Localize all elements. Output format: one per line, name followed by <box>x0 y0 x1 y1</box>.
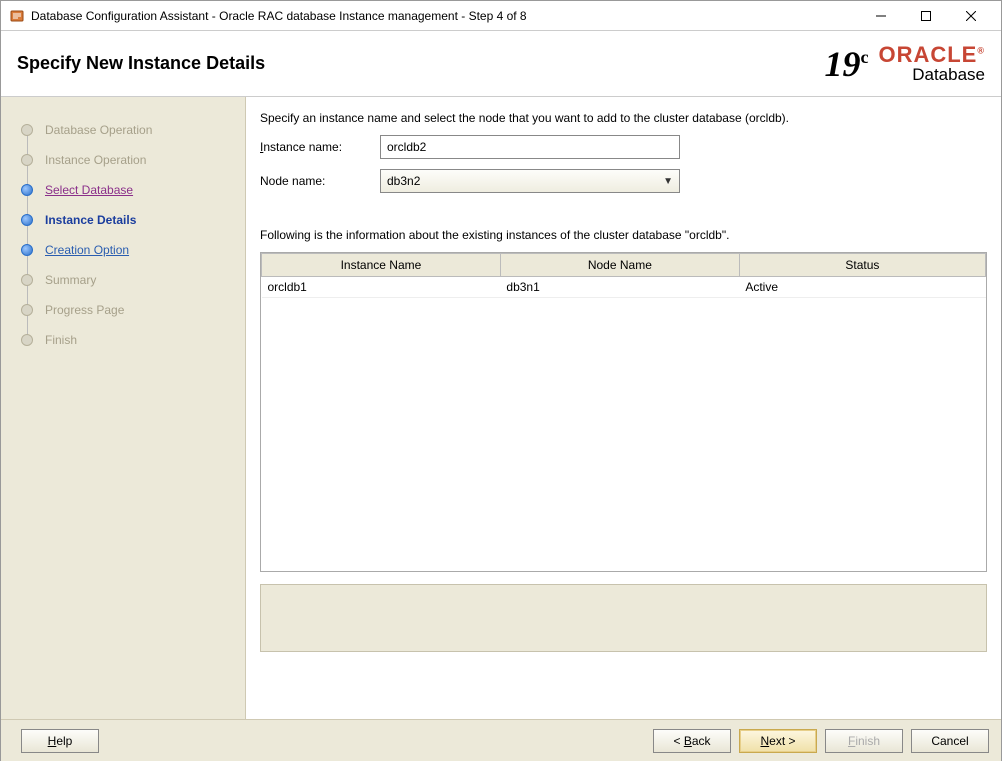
node-name-label: Node name: <box>260 174 380 188</box>
step-label: Database Operation <box>45 123 152 137</box>
wizard-step-2[interactable]: Select Database <box>1 175 245 205</box>
next-button[interactable]: Next > <box>739 729 817 753</box>
step-label: Summary <box>45 273 96 287</box>
logo-version: 19c <box>824 46 868 82</box>
step-bullet-icon <box>21 244 33 256</box>
wizard-step-6: Progress Page <box>1 295 245 325</box>
main-panel: Specify an instance name and select the … <box>246 97 1001 719</box>
step-label: Finish <box>45 333 77 347</box>
table-intro-text: Following is the information about the e… <box>260 228 987 242</box>
cancel-button[interactable]: Cancel <box>911 729 989 753</box>
instruction-text: Specify an instance name and select the … <box>260 111 987 125</box>
node-name-select[interactable]: db3n2 ▼ <box>380 169 680 193</box>
col-status: Status <box>739 254 985 277</box>
back-button[interactable]: < Back <box>653 729 731 753</box>
node-name-value: db3n2 <box>387 174 420 188</box>
step-bullet-icon <box>21 274 33 286</box>
titlebar: Database Configuration Assistant - Oracl… <box>1 1 1001 31</box>
page-title: Specify New Instance Details <box>17 53 824 74</box>
wizard-step-7: Finish <box>1 325 245 355</box>
help-button[interactable]: Help <box>21 729 99 753</box>
app-icon <box>9 8 25 24</box>
minimize-button[interactable] <box>858 2 903 30</box>
col-instance-name: Instance Name <box>262 254 501 277</box>
close-button[interactable] <box>948 2 993 30</box>
cell-status: Active <box>739 277 985 298</box>
cell-instance: orcldb1 <box>262 277 501 298</box>
step-bullet-icon <box>21 184 33 196</box>
wizard-sidebar: Database Operation Instance Operation Sele… <box>1 97 246 719</box>
instances-table: Instance Name Node Name Status orcldb1db… <box>260 252 987 572</box>
step-label: Instance Operation <box>45 153 146 167</box>
instance-name-label: Instance name: <box>260 140 380 154</box>
step-bullet-icon <box>21 154 33 166</box>
table-row[interactable]: orcldb1db3n1Active <box>262 277 986 298</box>
step-label: Progress Page <box>45 303 124 317</box>
chevron-down-icon: ▼ <box>663 176 673 187</box>
col-node-name: Node Name <box>500 254 739 277</box>
wizard-step-1: Instance Operation <box>1 145 245 175</box>
step-bullet-icon <box>21 304 33 316</box>
window-title: Database Configuration Assistant - Oracl… <box>31 9 858 23</box>
page-header: Specify New Instance Details 19c ORACLE®… <box>1 31 1001 97</box>
wizard-step-3: Instance Details <box>1 205 245 235</box>
step-bullet-icon <box>21 214 33 226</box>
logo-brand: ORACLE® <box>878 44 985 66</box>
maximize-button[interactable] <box>903 2 948 30</box>
wizard-step-5: Summary <box>1 265 245 295</box>
footer-bar: Help < Back Next > Finish Cancel <box>1 719 1001 761</box>
oracle-logo: 19c ORACLE® Database <box>824 44 985 83</box>
step-label: Creation Option <box>45 243 129 257</box>
step-label: Select Database <box>45 183 133 197</box>
instance-name-input[interactable] <box>380 135 680 159</box>
step-bullet-icon <box>21 334 33 346</box>
wizard-step-4[interactable]: Creation Option <box>1 235 245 265</box>
finish-button: Finish <box>825 729 903 753</box>
wizard-step-0: Database Operation <box>1 115 245 145</box>
window-buttons <box>858 2 993 30</box>
logo-subbrand: Database <box>878 66 985 83</box>
step-bullet-icon <box>21 124 33 136</box>
step-label: Instance Details <box>45 213 136 227</box>
message-area <box>260 584 987 652</box>
cell-node: db3n1 <box>500 277 739 298</box>
